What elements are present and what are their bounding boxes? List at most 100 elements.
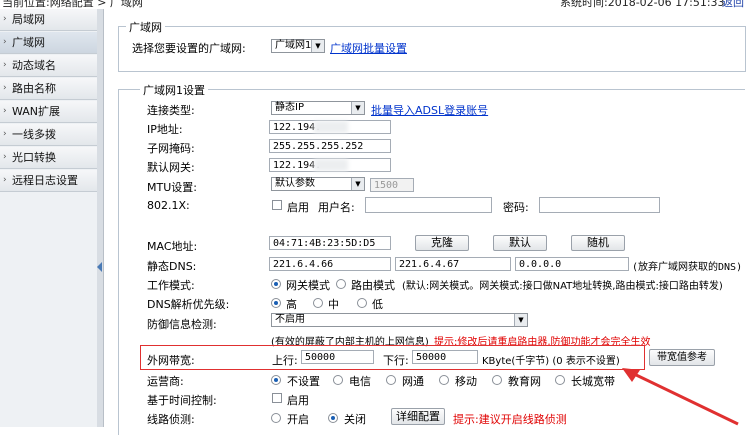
dns-priority-mid-label: 中 [328,298,339,311]
isp-mobile-radio[interactable] [439,375,449,385]
select-value: 静态IP [275,102,304,113]
mac-input[interactable]: 04:71:4B:23:5D:D5 [269,236,391,250]
sidebar-item-multi-dial[interactable]: › 一线多拨 [0,124,97,146]
chevron-right-icon: › [3,83,7,93]
time-control-checkbox[interactable] [272,393,282,403]
password-input[interactable] [539,197,660,213]
dot1x-enable-checkbox[interactable] [272,200,282,210]
sidebar-item-label: 广域网 [12,36,45,49]
sidebar-item-remote-log[interactable]: › 远程日志设置 [0,170,97,192]
dot1x-label: 802.1X: [147,199,190,212]
isp-telecom-radio[interactable] [333,375,343,385]
work-mode-route-radio[interactable] [336,279,346,289]
dns-priority-high-radio[interactable] [271,298,281,308]
dns-priority-mid-radio[interactable] [313,298,323,308]
work-mode-gateway-radio[interactable] [271,279,281,289]
chevron-right-icon: › [3,106,7,116]
isp-edu-radio[interactable] [492,375,502,385]
bandwidth-label: 外网带宽: [147,354,195,367]
sidebar: › 局域网 › 广域网 › 动态域名 › 路由名称 › WAN扩展 › 一线多拨 › 光口转换… [0,9,98,427]
uplink-input[interactable]: 50000 [301,350,374,364]
work-mode-route-label: 路由模式 [351,279,395,292]
redaction-blur [314,159,348,171]
bandwidth-unit: KByte(千字节) (0 表示不设置) [482,356,620,367]
batch-settings-link[interactable]: 广域网批量设置 [330,40,407,56]
dns-note: (放弃广域网获取的DNS) [632,262,743,273]
input-value: 255.255.255.252 [273,141,364,152]
chevron-right-icon: › [3,37,7,47]
work-mode-gateway-label: 网关模式 [286,279,330,292]
isp-greatwall-radio[interactable] [555,375,565,385]
dot1x-enable-label: 启用 [287,201,309,214]
work-mode-description: (默认:网关模式。网关模式:接口做NAT地址转换,路由模式:接口路由转发) [402,281,723,292]
mtu-number-input[interactable]: 1500 [370,178,414,192]
downlink-label: 下行: [383,354,409,367]
select-value: 不启用 [275,314,305,325]
dns3-input[interactable]: 0.0.0.0 [515,257,629,271]
mac-random-button[interactable]: 随机 [571,235,625,251]
mtu-select[interactable]: 默认参数 ▼ [271,177,365,191]
isp-none-radio[interactable] [271,375,281,385]
time-control-label: 基于时间控制: [147,394,217,407]
adsl-import-link[interactable]: 批量导入ADSL登录账号 [371,102,488,118]
line-detect-tip: 提示:建议开启线路侦测 [453,413,567,426]
system-time: 系统时间:2018-02-06 17:51:33 [560,0,725,9]
line-detect-off-radio[interactable] [328,413,338,423]
sidebar-splitter[interactable] [97,9,104,427]
work-mode-label: 工作模式: [147,279,195,292]
downlink-input[interactable]: 50000 [412,350,478,364]
sidebar-item-lan[interactable]: › 局域网 [0,9,97,31]
line-detect-off-label: 关闭 [344,413,366,426]
subnet-mask-label: 子网掩码: [147,142,195,155]
dns2-input[interactable]: 221.6.4.67 [395,257,511,271]
sidebar-item-label: 一线多拨 [12,128,56,141]
conn-type-select[interactable]: 静态IP ▼ [271,101,365,115]
wan-select-legend: 广域网 [126,19,165,35]
username-label: 用户名: [318,201,355,214]
dns-label: 静态DNS: [147,260,197,273]
sidebar-item-label: 光口转换 [12,151,56,164]
subnet-mask-input[interactable]: 255.255.255.252 [269,139,391,153]
defense-select[interactable]: 不启用 ▼ [271,313,528,327]
line-detect-label: 线路侦测: [147,413,195,426]
chevron-down-icon: ▼ [311,40,324,52]
mtu-label: MTU设置: [147,181,197,194]
isp-telecom-label: 电信 [349,375,371,388]
back-link[interactable]: 返回 [722,0,744,10]
collapse-arrow-icon[interactable] [97,262,102,272]
dns1-input[interactable]: 221.6.4.66 [269,257,391,271]
mac-default-button[interactable]: 默认 [493,235,547,251]
chevron-right-icon: › [3,175,7,185]
annotation-arrow-icon [622,368,739,426]
isp-netcom-radio[interactable] [386,375,396,385]
sidebar-item-label: 远程日志设置 [12,174,78,187]
wan-select-dropdown[interactable]: 广域网1 ▼ [271,39,325,53]
input-value: 0.0.0.0 [519,259,562,270]
sidebar-item-router-name[interactable]: › 路由名称 [0,78,97,100]
dns-priority-label: DNS解析优先级: [147,298,230,311]
dns-priority-high-label: 高 [286,298,297,311]
chevron-down-icon: ▼ [351,178,364,190]
password-label: 密码: [503,201,529,214]
conn-type-label: 连接类型: [147,104,195,117]
mac-clone-button[interactable]: 克隆 [415,235,469,251]
isp-netcom-label: 网通 [402,375,424,388]
chevron-down-icon: ▼ [514,314,527,326]
chevron-right-icon: › [3,14,7,24]
chevron-right-icon: › [3,129,7,139]
sidebar-item-ddns[interactable]: › 动态域名 [0,55,97,77]
input-value: 1500 [374,180,399,191]
line-detect-on-radio[interactable] [271,413,281,423]
sidebar-item-fiber-convert[interactable]: › 光口转换 [0,147,97,169]
isp-mobile-label: 移动 [455,375,477,388]
chevron-down-icon: ▼ [351,102,364,114]
line-detect-config-button[interactable]: 详细配置 [391,408,445,425]
sidebar-item-wan[interactable]: › 广域网 [0,32,97,54]
sidebar-item-label: 路由名称 [12,82,56,95]
username-input[interactable] [365,197,492,213]
sidebar-item-wan-ext[interactable]: › WAN扩展 [0,101,97,123]
input-value: 04:71:4B:23:5D:D5 [273,238,376,249]
input-value: 50000 [305,352,336,363]
dns-priority-low-radio[interactable] [357,298,367,308]
top-bar: 当前位置:网络配置 > 广域网 系统时间:2018-02-06 17:51:33… [0,0,750,9]
